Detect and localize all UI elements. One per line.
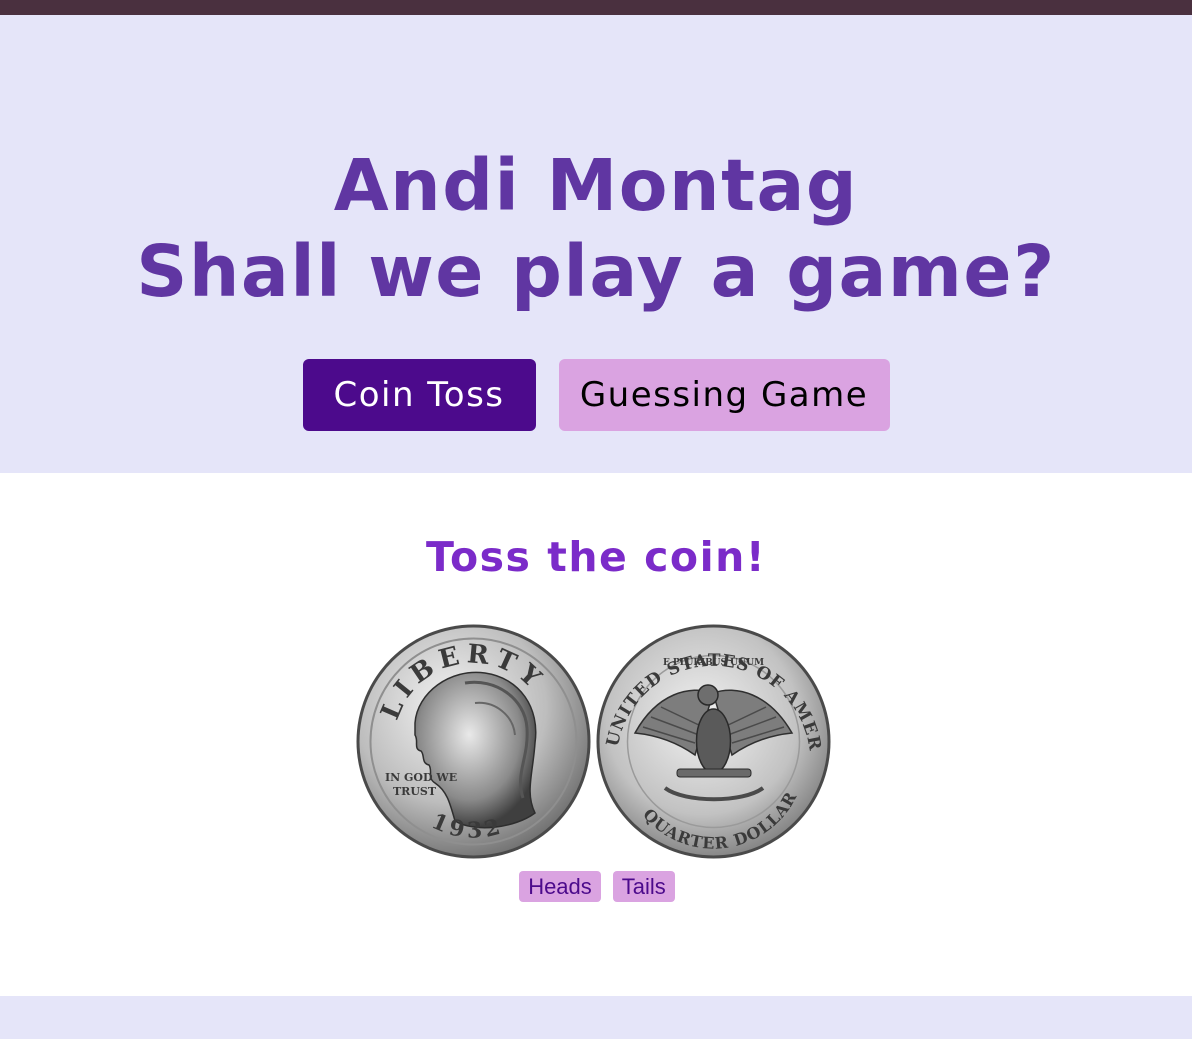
coin-toss-section: Toss the coin! LIBERTY IN GOD WE TRUST 1… <box>0 473 1192 996</box>
guessing-game-button[interactable]: Guessing Game <box>558 359 890 431</box>
quarter-heads-icon: LIBERTY IN GOD WE TRUST 1932 <box>356 624 591 859</box>
heads-button[interactable]: Heads <box>519 871 601 902</box>
coin-images: LIBERTY IN GOD WE TRUST 1932 UNITED STAT… <box>355 623 833 863</box>
title-name: Andi Montag <box>333 144 859 227</box>
top-bar <box>0 0 1192 15</box>
title-tagline: Shall we play a game? <box>136 230 1056 313</box>
quarter-tails-icon: UNITED STATES OF AMERICA E PLURIBUS UNUM… <box>595 623 831 859</box>
coin-toss-button[interactable]: Coin Toss <box>302 359 536 431</box>
svg-text:IN GOD WE: IN GOD WE <box>385 771 457 784</box>
svg-text:E PLURIBUS UNUM: E PLURIBUS UNUM <box>663 658 764 668</box>
svg-text:TRUST: TRUST <box>393 785 437 798</box>
footer <box>0 996 1192 1039</box>
game-nav: Coin Toss Guessing Game <box>0 359 1192 431</box>
page-title: Andi Montag Shall we play a game? <box>0 143 1192 315</box>
coin-choice-row: Heads Tails <box>0 871 1192 902</box>
hero-section: Andi Montag Shall we play a game? Coin T… <box>0 15 1192 473</box>
tails-button[interactable]: Tails <box>612 871 675 902</box>
coin-toss-heading: Toss the coin! <box>425 533 767 581</box>
